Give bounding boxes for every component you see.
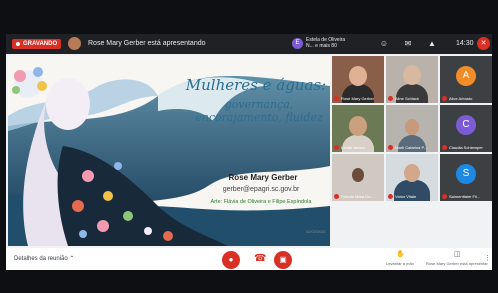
slide-email: gerber@epagri.sc.gov.br	[222, 186, 300, 193]
clock: 14:30	[456, 40, 474, 47]
close-icon[interactable]: ✕	[477, 37, 490, 50]
participant-tile[interactable]: Noeli Catarina P...	[386, 105, 438, 152]
chat-icon[interactable]: ✉	[402, 38, 414, 50]
slide-art-credit: Arte: Flávia de Oliveira e Filipe Espínd…	[210, 199, 312, 205]
top-bar: GRAVANDO Rose Mary Gerber está apresenta…	[6, 34, 492, 54]
participant-name: Lenita Jemes	[341, 145, 365, 150]
slide-subtitle: governança, encorajamento, fluidez	[188, 98, 330, 124]
participant-avatar: A	[456, 66, 476, 86]
mic-off-icon	[334, 194, 339, 199]
slide-subtitle-line-1: governança,	[224, 98, 294, 111]
activities-icon[interactable]: ▲	[426, 38, 438, 50]
mic-off-icon	[334, 96, 339, 101]
mic-off-icon	[388, 194, 393, 199]
participant-tile[interactable]: C Claudia Schlemper	[440, 105, 492, 152]
participant-name: Rose Mary Gerber	[341, 96, 374, 101]
mic-off-icon	[442, 145, 447, 150]
chevron-up-icon: ⌃	[69, 256, 75, 262]
other-participants-text: Estela de Oliveira N... e mais 80	[306, 37, 346, 49]
other-participants[interactable]: E Estela de Oliveira N... e mais 80	[292, 37, 354, 49]
presenting-label: Rose Mary Gerber está apresentando	[426, 261, 488, 266]
meeting-details-button[interactable]: Detalhes da reunião ⌃	[14, 255, 74, 262]
present-icon[interactable]: ◫	[454, 250, 461, 258]
raise-hand-icon[interactable]: ✋	[396, 250, 405, 258]
recording-badge: GRAVANDO	[12, 39, 62, 49]
participant-avatar: E	[292, 37, 303, 49]
participant-name: Salmenffaire Fil...	[449, 194, 481, 199]
participant-name: Claudia Schlemper	[449, 145, 483, 150]
participant-tile[interactable]: Lenita Jemes	[332, 105, 384, 152]
mic-off-icon	[442, 194, 447, 199]
shared-presentation: Mulheres e águas: governança, encorajame…	[8, 56, 330, 246]
mic-off-icon	[334, 145, 339, 150]
participant-tile[interactable]: Rose Mary Gerber	[332, 56, 384, 103]
participant-name: Priscila Mara Do...	[341, 194, 374, 199]
participant-avatar: S	[456, 164, 476, 184]
participant-tile[interactable]: Aline Schlack	[386, 56, 438, 103]
recording-label: GRAVANDO	[23, 41, 58, 47]
mic-off-icon	[388, 96, 393, 101]
meeting-details-label: Detalhes da reunião	[14, 256, 68, 262]
participant-avatar: C	[456, 115, 476, 135]
raise-hand-label: Levantar a mão	[386, 261, 414, 266]
mic-off-icon	[388, 145, 393, 150]
participant-name: Aline Schlack	[395, 96, 420, 101]
slide-title: Mulheres e águas:	[185, 76, 327, 94]
hang-up-icon[interactable]: ☎	[254, 254, 266, 264]
participant-tile[interactable]: Priscila Mara Do...	[332, 154, 384, 201]
mic-off-icon	[442, 96, 447, 101]
camera-off-button[interactable]: ▣	[274, 251, 292, 269]
slide-subtitle-line-2: encorajamento, fluidez	[195, 111, 323, 124]
meet-window: GRAVANDO Rose Mary Gerber está apresenta…	[6, 34, 492, 270]
participant-tile[interactable]: Victor Vitale	[386, 154, 438, 201]
participant-tile[interactable]: A Alice Arbusto	[440, 56, 492, 103]
presenter-status: Rose Mary Gerber está apresentando	[88, 40, 206, 47]
participant-name: Victor Vitale	[395, 194, 417, 199]
participant-name: Alice Arbusto	[449, 96, 473, 101]
more-options-icon[interactable]: ⋮	[484, 254, 491, 262]
presenter-avatar	[68, 37, 81, 50]
people-icon[interactable]: ☺	[378, 38, 390, 50]
slide-presenter-name: Rose Mary Gerber	[228, 173, 298, 182]
record-dot-icon	[16, 42, 20, 46]
participant-tile[interactable]: S Salmenffaire Fil...	[440, 154, 492, 201]
bottom-bar: Detalhes da reunião ⌃ ● ☎ ▣ ✋ Levantar a…	[6, 248, 492, 270]
participants-grid: Rose Mary Gerber Aline Schlack A Alice A…	[332, 56, 492, 246]
participant-name: Noeli Catarina P...	[395, 145, 427, 150]
slide-footnote: 02/02/2021	[305, 229, 326, 234]
mic-off-button[interactable]: ●	[222, 251, 240, 269]
